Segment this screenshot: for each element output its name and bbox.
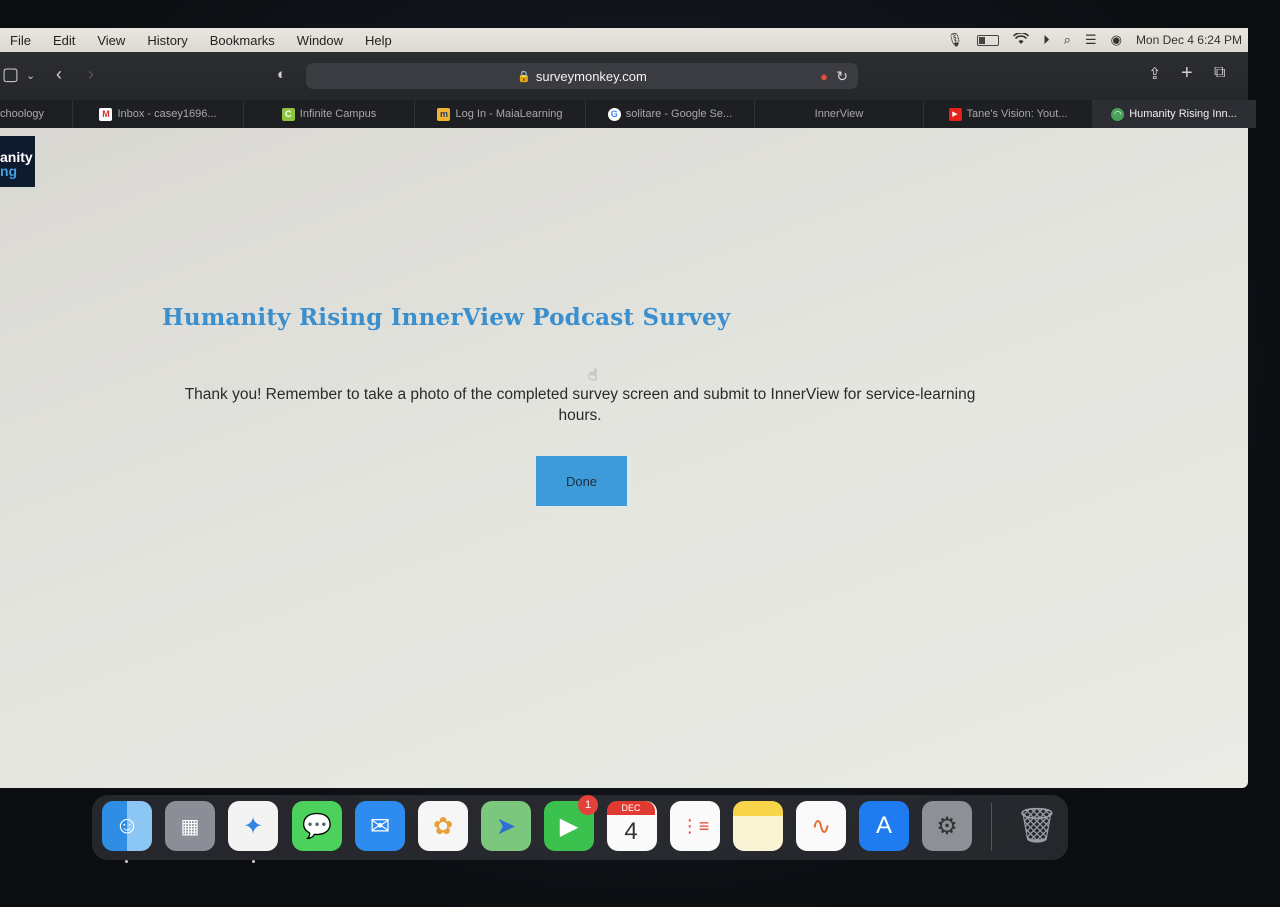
tab-gmail[interactable]: M Inbox - casey1696...: [73, 100, 244, 128]
done-button[interactable]: Done: [536, 456, 627, 506]
new-tab-icon[interactable]: +: [1181, 62, 1193, 85]
forward-icon[interactable]: ›: [88, 64, 94, 85]
menu-bar: File Edit View History Bookmarks Window …: [0, 28, 1248, 52]
photos-icon[interactable]: ✿: [418, 801, 468, 851]
calendar-month: DEC: [607, 801, 655, 815]
menu-window[interactable]: Window: [286, 33, 354, 48]
control-center-icon[interactable]: ☰: [1085, 32, 1097, 48]
reminders-icon[interactable]: ⋮≡: [670, 801, 720, 851]
siri-icon[interactable]: ◉: [1111, 32, 1122, 48]
tab-infinite-campus[interactable]: C Infinite Campus: [244, 100, 415, 128]
now-playing-icon[interactable]: ⏵: [1043, 32, 1050, 48]
reload-icon[interactable]: ↻: [836, 68, 848, 85]
tab-overview-icon[interactable]: ⧉: [1214, 64, 1225, 82]
app-store-icon[interactable]: A: [859, 801, 909, 851]
menu-file[interactable]: File: [10, 33, 42, 48]
tab-label: choology: [0, 108, 45, 120]
search-icon[interactable]: ⌕: [1064, 32, 1071, 48]
tab-youtube[interactable]: ▶ Tane's Vision: Yout...: [924, 100, 1093, 128]
share-icon[interactable]: ⇪: [1148, 64, 1161, 84]
tab-label: Tane's Vision: Yout...: [966, 108, 1068, 120]
tab-label: Humanity Rising Inn...: [1129, 108, 1237, 120]
gmail-icon: M: [99, 107, 113, 121]
tab-innerview[interactable]: InnerView: [755, 100, 924, 128]
safari-running-dot: [252, 860, 255, 863]
menu-history[interactable]: History: [136, 33, 198, 48]
menu-bookmarks[interactable]: Bookmarks: [199, 33, 286, 48]
humanity-rising-icon: ◠: [1111, 107, 1125, 121]
finder-icon[interactable]: ☺: [102, 801, 152, 851]
menu-edit[interactable]: Edit: [42, 33, 86, 48]
lock-icon: 🔒: [517, 70, 531, 83]
google-icon: G: [607, 107, 621, 121]
maps-icon[interactable]: ➤: [481, 801, 531, 851]
mail-icon[interactable]: ✉: [355, 801, 405, 851]
thank-you-message: Thank you! Remember to take a photo of t…: [184, 386, 976, 424]
sidebar-toggle-icon[interactable]: ▢: [2, 64, 19, 85]
microphone-icon[interactable]: 🎙: [947, 32, 964, 48]
tab-schoology[interactable]: choology: [0, 100, 73, 128]
tab-label: solitare - Google Se...: [625, 108, 733, 120]
address-bar[interactable]: 🔒 surveymonkey.com ● ↻: [306, 63, 858, 89]
launchpad-icon[interactable]: ▦: [165, 801, 215, 851]
tab-label: Infinite Campus: [299, 108, 377, 120]
dock-divider: [991, 803, 992, 851]
wifi-icon[interactable]: [1013, 31, 1030, 48]
youtube-icon: ▶: [948, 107, 962, 121]
logo-line2: ng: [0, 163, 18, 179]
menu-help[interactable]: Help: [354, 33, 403, 48]
back-icon[interactable]: ‹: [56, 64, 62, 85]
messages-icon[interactable]: 💬: [292, 801, 342, 851]
tab-google-search[interactable]: G solitare - Google Se...: [586, 100, 755, 128]
system-settings-icon[interactable]: ⚙: [922, 801, 972, 851]
chevron-down-icon[interactable]: ⌄: [26, 69, 35, 82]
maialearning-icon: m: [437, 107, 451, 121]
tab-bar: choology M Inbox - casey1696... C Infini…: [0, 100, 1256, 128]
menubar-clock[interactable]: Mon Dec 4 6:24 PM: [1136, 33, 1242, 47]
tab-label: Inbox - casey1696...: [117, 108, 217, 120]
finder-running-dot: [125, 860, 128, 863]
status-area: 🎙 ⏵ ⌕ ☰ ◉ Mon Dec 4 6:24 PM: [947, 28, 1242, 52]
browser-toolbar: ▢ ⌄ ‹ › ◐ 🔒 surveymonkey.com ● ↻ ⇪ + ⧉: [0, 52, 1248, 100]
url-text[interactable]: surveymonkey.com: [536, 69, 647, 84]
notes-icon[interactable]: [733, 801, 783, 851]
hand-cursor-icon: ☝: [588, 367, 598, 384]
page-content: anity ng Humanity Rising InnerView Podca…: [0, 128, 1248, 788]
tab-humanity-rising[interactable]: ◠ Humanity Rising Inn...: [1093, 100, 1256, 128]
freeform-icon[interactable]: ∿: [796, 801, 846, 851]
humanity-rising-logo[interactable]: anity ng: [0, 136, 35, 187]
privacy-shield-icon[interactable]: ◐: [277, 66, 286, 83]
battery-icon[interactable]: [977, 34, 1000, 46]
menu-items: File Edit View History Bookmarks Window …: [10, 33, 403, 48]
survey-title: Humanity Rising InnerView Podcast Survey: [162, 304, 731, 331]
calendar-day: 4: [624, 818, 638, 845]
infinite-campus-icon: C: [281, 107, 295, 121]
microphone-recording-icon[interactable]: ●: [820, 69, 828, 84]
tab-label: Log In - MaiaLearning: [455, 108, 563, 120]
tab-maialearning[interactable]: m Log In - MaiaLearning: [415, 100, 586, 128]
safari-icon[interactable]: ✦: [228, 801, 278, 851]
trash-icon[interactable]: 🗑: [1012, 801, 1062, 851]
menu-view[interactable]: View: [86, 33, 136, 48]
facetime-badge: 1: [578, 795, 598, 815]
tab-label: InnerView: [814, 108, 864, 120]
